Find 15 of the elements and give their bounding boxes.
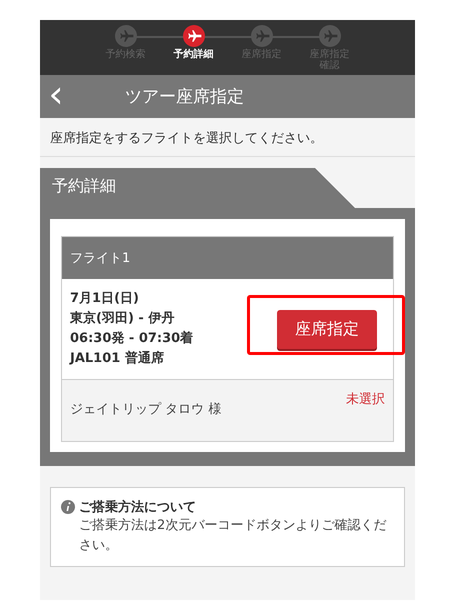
flight-header: フライト1	[62, 237, 393, 279]
passenger-name: ジェイトリップ タロウ 様	[70, 401, 222, 419]
notice-title: ご搭乗方法について	[79, 498, 197, 516]
flight-info: 7月1日(日)	[70, 290, 140, 308]
back-button[interactable]: ‹	[40, 74, 70, 114]
instruction-text: 座席指定をするフライトを選択してください。	[40, 118, 415, 157]
seat-status: 未選択	[346, 391, 385, 409]
flight-info: 東京(羽田) - 伊丹	[70, 310, 176, 328]
flight-info: 06:30発 - 07:30着	[70, 330, 194, 348]
notice-text: ご搭乗方法は2次元バーコードボタンよりご確認ください。	[79, 517, 388, 555]
seat-select-button[interactable]: 座席指定	[277, 310, 377, 348]
flight-info: JAL101 普通席	[70, 350, 165, 368]
step-label: 予約詳細	[174, 50, 214, 60]
page-title: ツアー座席指定	[125, 86, 244, 108]
info-icon	[61, 500, 75, 514]
